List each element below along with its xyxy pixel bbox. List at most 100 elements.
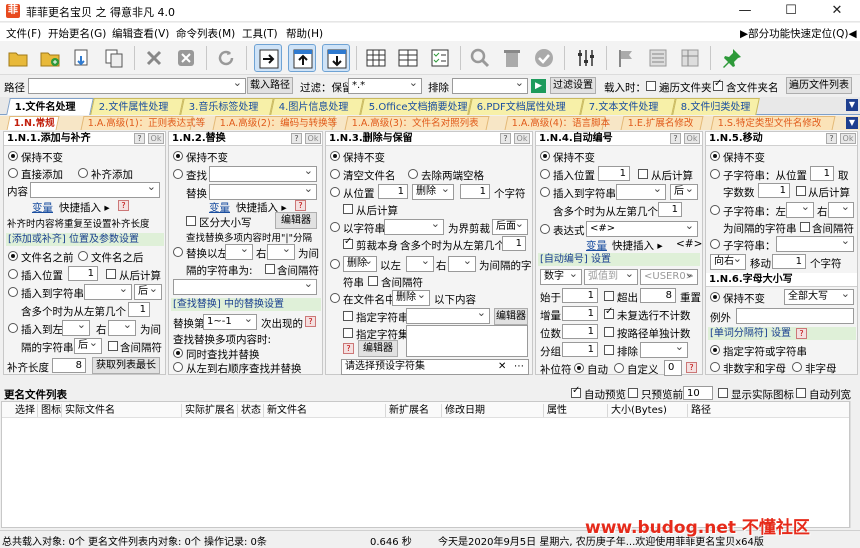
from-pos-radio[interactable] (330, 187, 340, 197)
ok-button[interactable]: Ok (148, 133, 164, 144)
quick-locate-menu[interactable]: ▶部分功能快速定位(Q)◀ (740, 26, 857, 41)
subdirs-checkbox[interactable] (646, 81, 656, 91)
help-icon[interactable]: ? (134, 133, 145, 144)
menu-edit[interactable]: 编辑查看(V) (112, 26, 169, 41)
exception-input[interactable] (736, 308, 854, 324)
replace-between-radio[interactable] (173, 247, 183, 257)
left-select[interactable] (786, 202, 814, 218)
help-icon[interactable]: ? (291, 133, 302, 144)
multi-pos-spinner[interactable]: 1 (128, 302, 150, 317)
menu-tools[interactable]: 工具(T) (242, 26, 278, 41)
between-str-input[interactable] (173, 279, 317, 295)
substr3-input[interactable] (776, 236, 854, 252)
check-icon[interactable] (530, 44, 558, 72)
contains-between-checkbox[interactable] (800, 222, 810, 232)
col-size[interactable]: 大小(Bytes) (608, 404, 688, 417)
col-real-ext[interactable]: 实际扩展名 (182, 404, 238, 417)
tab-attributes[interactable]: 2.文件属性处理 (90, 98, 184, 115)
col-attr[interactable]: 属性 (544, 404, 608, 417)
non-alpha-radio[interactable] (792, 362, 802, 372)
insert-to-str-radio[interactable] (540, 187, 550, 197)
custom-radio[interactable] (614, 363, 624, 373)
editor-button[interactable]: 编辑器 (494, 308, 528, 325)
expr-radio[interactable] (540, 224, 550, 234)
trash-icon[interactable] (498, 44, 526, 72)
editor-button-2[interactable]: 编辑器 (358, 340, 398, 357)
sort-checkbox[interactable] (604, 345, 614, 355)
tab-filename[interactable]: 1.文件名处理 (6, 98, 94, 115)
subtab-encoding[interactable]: 1.A.高级(2)：编码与转换等 (212, 116, 337, 130)
auto-radio[interactable] (574, 363, 584, 373)
substr-between-radio[interactable] (710, 205, 720, 215)
case-keep-radio[interactable] (710, 292, 720, 302)
move-right-icon[interactable] (254, 44, 282, 72)
more-icon[interactable]: ⋯ (514, 360, 524, 374)
contains-between-checkbox[interactable] (265, 264, 275, 274)
right-select[interactable] (828, 202, 854, 218)
help-icon[interactable]: ? (670, 133, 681, 144)
substr-pos-radio[interactable] (710, 169, 720, 179)
right-select[interactable] (108, 320, 136, 336)
find-input[interactable] (209, 166, 317, 182)
left-select[interactable] (62, 320, 90, 336)
right-select[interactable] (267, 244, 295, 260)
help-icon[interactable]: ? (826, 133, 837, 144)
case-checkbox[interactable] (186, 216, 196, 226)
close-button[interactable]: ✕ (814, 0, 860, 22)
pin-icon[interactable] (718, 44, 746, 72)
import-icon[interactable] (68, 44, 96, 72)
col-new-ext[interactable]: 新扩展名 (386, 404, 442, 417)
fill-add-radio[interactable] (78, 168, 88, 178)
sync-replace-radio[interactable] (173, 348, 183, 358)
subtab-special[interactable]: 1.S.特定类型文件名修改 (710, 116, 836, 130)
editor-button[interactable]: 编辑器 (275, 212, 317, 229)
move-up-icon[interactable] (288, 44, 316, 72)
multi-pos-spinner[interactable]: 1 (658, 202, 682, 217)
after-select[interactable]: 后面 (492, 219, 528, 235)
subtab-script[interactable]: 1.A.高级(4)：语言脚本 (504, 116, 610, 130)
sort-select[interactable] (640, 342, 688, 358)
count-spinner[interactable]: 1 (460, 184, 490, 199)
col-mod-date[interactable]: 修改日期 (442, 404, 544, 417)
from-end-checkbox[interactable] (106, 269, 116, 279)
in-name-radio[interactable] (330, 293, 340, 303)
var-link[interactable]: 变量 (209, 200, 230, 215)
filter-input[interactable]: *.* (348, 78, 422, 94)
help-icon[interactable]: ? (305, 316, 316, 327)
value-to-select[interactable]: 弧值到 (584, 269, 638, 285)
include-folder-checkbox[interactable] (713, 78, 723, 91)
insert-to-radio[interactable] (8, 323, 18, 333)
digits-spinner[interactable]: 1 (562, 324, 598, 339)
count-spinner[interactable]: 1 (758, 183, 790, 198)
contains-between-checkbox[interactable] (368, 276, 378, 286)
refresh-icon[interactable] (212, 44, 240, 72)
tab-image-info[interactable]: 4.图片信息处理 (270, 98, 364, 115)
grid-icon[interactable] (362, 44, 390, 72)
delete-mode-select-3[interactable]: 删除 (392, 290, 430, 306)
after-select[interactable]: 后 (134, 284, 162, 300)
tab-text[interactable]: 7.文本文件处理 (580, 98, 676, 115)
get-max-len-button[interactable]: 获取列表最长 (92, 357, 160, 374)
fill-len-spinner[interactable]: 8 (52, 358, 86, 373)
non-alpha-num-radio[interactable] (710, 362, 720, 372)
path-input[interactable] (28, 78, 246, 94)
replace-nth-select[interactable]: 1~-1 (203, 314, 257, 330)
left-select[interactable] (225, 244, 253, 260)
tab-office[interactable]: 5.Office文档摘要处理 (360, 98, 472, 115)
cut-self-checkbox[interactable] (343, 236, 353, 249)
trim-spaces-radio[interactable] (408, 169, 418, 179)
specify-word-radio[interactable] (710, 345, 720, 355)
search-icon[interactable] (466, 44, 494, 72)
insert-pos-spinner[interactable]: 1 (68, 266, 98, 281)
menu-file[interactable]: 文件(F) (6, 26, 41, 41)
var-insert[interactable]: 快捷插入 ▸ (59, 200, 110, 215)
col-new-name[interactable]: 新文件名 (264, 404, 386, 417)
group-spinner[interactable]: 1 (562, 342, 598, 357)
tab-pdf[interactable]: 6.PDF文档属性处理 (468, 98, 584, 115)
move-down-icon[interactable] (322, 44, 350, 72)
menu-help[interactable]: 帮助(H) (286, 26, 323, 41)
delete-between-radio[interactable] (330, 259, 340, 269)
move-spinner[interactable]: 1 (772, 254, 806, 269)
pos-spinner[interactable]: 1 (810, 166, 834, 181)
expr-input[interactable]: <#> (586, 221, 698, 237)
